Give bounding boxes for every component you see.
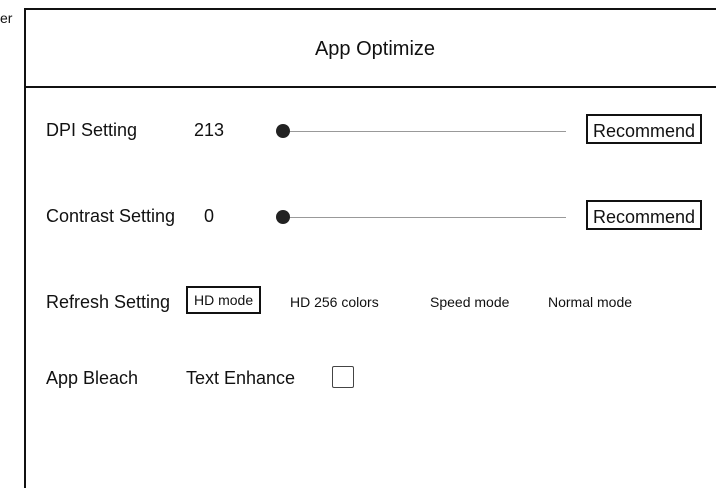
contrast-slider[interactable]	[276, 207, 566, 227]
contrast-recommend-button[interactable]: Recommend	[586, 200, 703, 230]
dpi-recommend-button[interactable]: Recommend	[586, 114, 703, 144]
text-enhance-label: Text Enhance	[186, 368, 296, 388]
dialog-title: App Optimize	[314, 38, 436, 60]
dpi-setting-label: DPI Setting	[46, 120, 138, 140]
dpi-slider-thumb[interactable]	[276, 124, 290, 138]
refresh-option-hd-256-colors[interactable]: HD 256 colors	[290, 294, 379, 310]
contrast-slider-thumb[interactable]	[276, 210, 290, 224]
app-optimize-dialog: App Optimize DPI Setting 213 Recommend C…	[24, 8, 716, 488]
refresh-option-normal-mode[interactable]: Normal mode	[548, 294, 632, 310]
dialog-header: App Optimize	[26, 10, 716, 88]
refresh-setting-label: Refresh Setting	[46, 292, 171, 312]
text-enhance-checkbox[interactable]	[332, 366, 354, 388]
dpi-value: 213	[194, 120, 225, 140]
dpi-slider-track	[284, 131, 566, 132]
app-bleach-label: App Bleach	[46, 368, 139, 388]
dpi-slider[interactable]	[276, 121, 566, 141]
refresh-option-hd-mode[interactable]: HD mode	[186, 286, 262, 314]
background-window-text: er	[0, 10, 13, 26]
contrast-value: 0	[204, 206, 215, 226]
contrast-slider-track	[284, 217, 566, 218]
refresh-option-speed-mode[interactable]: Speed mode	[430, 294, 509, 310]
contrast-setting-label: Contrast Setting	[46, 206, 176, 226]
